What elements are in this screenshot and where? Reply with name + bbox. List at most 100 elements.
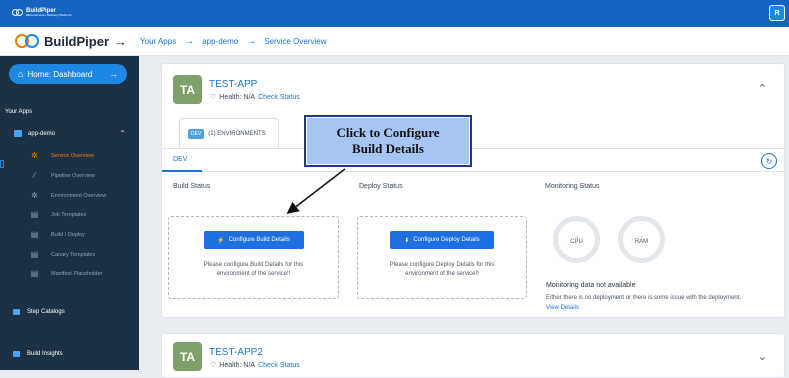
breadcrumb-arrow-icon: →: [246, 35, 257, 47]
sidebar-item-build-deploy[interactable]: ▤ Build / Deploy: [30, 230, 85, 239]
sidebar-item-manifest-placeholder[interactable]: ▤ Manifest Placeholder: [30, 269, 103, 278]
health-label: Health: N/A: [219, 361, 256, 369]
service-health: ♡ Health: N/A Check Status: [210, 361, 300, 370]
lightning-icon: ⚡: [217, 237, 225, 244]
sidebar-item-canary-templates[interactable]: ▤ Canary Templates: [30, 250, 96, 259]
sidebar-item-label: Job Templates: [51, 211, 87, 218]
sidebar-item-label: Service Overview: [51, 152, 94, 159]
home-icon: ⌂: [18, 69, 24, 79]
document-icon: ▤: [30, 230, 39, 239]
sidebar: ⌂ Home: Dashboard → Your Apps app-demo ⌃…: [0, 56, 139, 370]
breadcrumb-app-demo[interactable]: app-demo: [202, 37, 238, 46]
breadcrumb-service-overview[interactable]: Service Overview: [264, 37, 326, 46]
top-logo: BuildPiper Microservices Delivery Platfor…: [12, 8, 72, 17]
breadcrumb: Your Apps → app-demo → Service Overview: [140, 36, 326, 47]
monitoring-unavailable: Monitoring data not available: [546, 282, 636, 289]
chevron-up-icon[interactable]: ⌃: [119, 129, 126, 138]
configure-build-button[interactable]: ⚡ Configure Build Details: [203, 231, 304, 249]
briefcase-icon: [13, 351, 20, 357]
chevron-up-icon[interactable]: ⌃: [758, 82, 767, 95]
monitoring-message: Either there is no deployment or there i…: [546, 293, 746, 313]
magic-wand-icon: ⁄: [33, 171, 36, 180]
env-count-label: (1) ENVIRONMENTS: [208, 130, 266, 137]
sidebar-item-pipeline-overview[interactable]: ⁄ Pipeline Overview: [30, 171, 95, 180]
home-dashboard-label: Home: Dashboard: [27, 69, 93, 79]
logo-rings-icon: [12, 9, 23, 16]
env-badge: DEV: [188, 128, 205, 139]
service-card: TA TEST-APP2 ♡ Health: N/A Check Status …: [161, 333, 785, 378]
brand-logo[interactable]: BuildPiper: [15, 34, 109, 49]
home-dashboard-button[interactable]: ⌂ Home: Dashboard →: [9, 64, 127, 84]
ram-gauge: ... RAM: [618, 216, 665, 263]
sidebar-step-catalogs[interactable]: Step Catalogs: [13, 309, 65, 315]
breadcrumb-your-apps[interactable]: Your Apps: [140, 37, 176, 46]
view-details-link[interactable]: View Details: [546, 305, 579, 311]
service-name[interactable]: TEST-APP: [209, 79, 257, 90]
monitoring-message-text: Either there is no deployment or there i…: [546, 295, 742, 301]
configure-build-label: Configure Build Details: [228, 237, 290, 243]
brand-name: BuildPiper: [44, 33, 110, 49]
app-grid-icon: [14, 130, 22, 137]
cpu-label: CPU: [570, 239, 583, 245]
top-logo-subtitle: Microservices Delivery Platform: [26, 13, 72, 17]
service-card: TA TEST-APP ♡ Health: N/A Check Status ⌃…: [161, 63, 785, 318]
document-icon: ▤: [30, 269, 39, 278]
sidebar-item-label: Build / Deploy: [51, 231, 85, 238]
brand-rings-icon: [15, 34, 39, 48]
sidebar-item-environment-overview[interactable]: ✲ Environment Overview: [30, 191, 106, 200]
document-icon: ▤: [30, 210, 39, 219]
monitoring-status-header: Monitoring Status: [545, 183, 600, 190]
sidebar-item-job-templates[interactable]: ▤ Job Templates: [30, 210, 87, 219]
heart-icon: ♡: [210, 362, 217, 369]
deploy-details-box: ⬇ Configure Deploy Details Please config…: [357, 216, 527, 299]
sidebar-app-demo[interactable]: app-demo ⌃: [14, 129, 126, 138]
arrow-right-icon: →: [109, 69, 118, 79]
configure-deploy-label: Configure Deploy Details: [413, 237, 480, 243]
sidebar-app-name: app-demo: [28, 130, 56, 137]
callout-line-2: Build Details: [352, 141, 424, 156]
ram-label: RAM: [634, 239, 649, 245]
sidebar-item-label: Environment Overview: [51, 192, 107, 199]
deploy-status-header: Deploy Status: [359, 183, 403, 190]
callout-line-1: Click to Configure: [336, 125, 440, 140]
arrow-right-icon: →: [114, 33, 128, 49]
download-icon: ⬇: [404, 237, 410, 244]
tab-underline: [162, 170, 784, 172]
build-status-header: Build Status: [173, 183, 211, 190]
service-health: ♡ Health: N/A Check Status: [210, 93, 300, 102]
sidebar-item-label: Pipeline Overview: [51, 172, 96, 179]
check-status-link[interactable]: Check Status: [258, 94, 300, 101]
gear-icon: ✲: [31, 151, 38, 160]
sidebar-section-title: Your Apps: [5, 109, 33, 115]
sidebar-build-insights[interactable]: Build Insights: [13, 351, 63, 357]
build-details-box: ⚡ Configure Build Details Please configu…: [168, 216, 339, 299]
step-catalogs-label: Step Catalogs: [27, 309, 65, 315]
tab-dev[interactable]: DEV: [173, 156, 187, 163]
document-icon: ▤: [30, 250, 39, 259]
user-avatar[interactable]: R: [769, 5, 785, 21]
configure-deploy-button[interactable]: ⬇ Configure Deploy Details: [390, 231, 494, 249]
briefcase-icon: [13, 309, 20, 315]
annotation-callout: Click to Configure Build Details: [304, 115, 472, 167]
sidebar-item-label: Canary Templates: [51, 251, 96, 258]
gear-icon: ✲: [31, 191, 38, 200]
chevron-down-icon[interactable]: ⌄: [758, 350, 767, 363]
service-avatar: TA: [173, 342, 202, 371]
sidebar-item-label: Manifest Placeholder: [51, 270, 103, 277]
service-name[interactable]: TEST-APP2: [209, 347, 263, 358]
check-status-link[interactable]: Check Status: [258, 362, 300, 369]
breadcrumb-arrow-icon: →: [184, 35, 195, 47]
environments-tab[interactable]: DEV (1) ENVIRONMENTS: [179, 118, 279, 148]
app-header: BuildPiper → Your Apps → app-demo → Serv…: [0, 27, 789, 56]
cpu-gauge: ... CPU: [553, 216, 600, 263]
active-marker: [0, 160, 4, 168]
health-label: Health: N/A: [219, 93, 256, 101]
service-avatar: TA: [173, 75, 202, 104]
sidebar-item-service-overview[interactable]: ✲ Service Overview: [30, 151, 94, 160]
configure-build-message: Please configure Build Details for this …: [203, 262, 304, 277]
refresh-icon[interactable]: ↻: [761, 153, 777, 169]
divider: [162, 148, 784, 149]
heart-icon: ♡: [210, 94, 217, 101]
top-bar: BuildPiper Microservices Delivery Platfor…: [0, 0, 789, 27]
build-insights-label: Build Insights: [27, 351, 63, 357]
